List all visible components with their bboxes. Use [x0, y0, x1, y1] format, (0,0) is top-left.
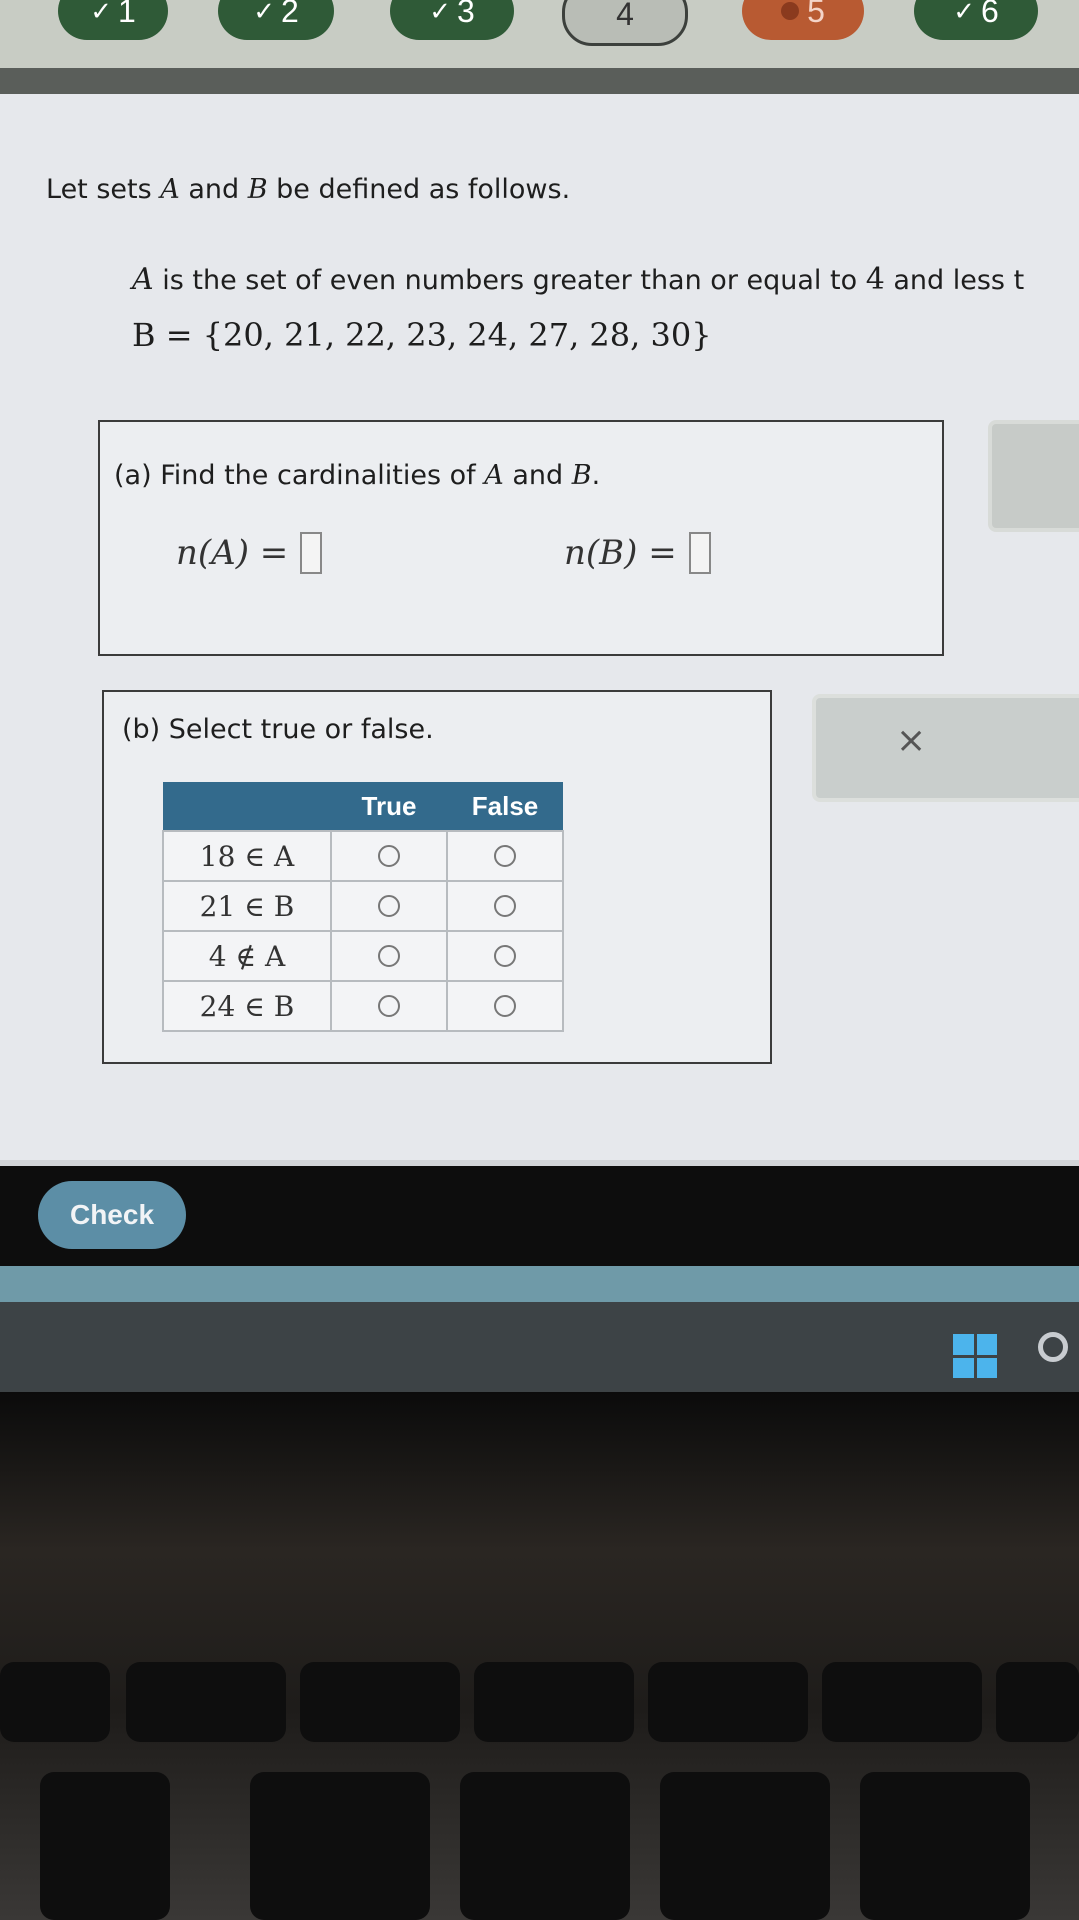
true-radio[interactable]	[378, 995, 400, 1017]
keyboard-key	[0, 1662, 110, 1742]
statement-cell: 24 ∈ B	[162, 980, 332, 1032]
n-a-input[interactable]	[300, 532, 323, 574]
statement-cell: 18 ∈ A	[162, 830, 332, 882]
false-radio[interactable]	[494, 895, 516, 917]
table-row: 21 ∈ B	[162, 880, 564, 932]
set-b-definition: B = {20, 21, 22, 23, 24, 27, 28, 30}	[132, 316, 712, 354]
search-icon[interactable]	[1038, 1332, 1068, 1362]
set-a-definition: A is the set of even numbers greater tha…	[132, 262, 1025, 297]
header-false: False	[447, 782, 563, 831]
keyboard-key	[460, 1772, 630, 1920]
check-icon: ✓	[953, 0, 975, 26]
clear-icon[interactable]: ×	[896, 720, 926, 761]
table-row: 4 ∉ A	[162, 930, 564, 982]
false-option-cell	[446, 830, 564, 882]
keyboard-key	[860, 1772, 1030, 1920]
true-radio[interactable]	[378, 845, 400, 867]
table-row: 18 ∈ A	[162, 830, 564, 882]
question-pill-5[interactable]: 5	[742, 0, 864, 40]
statement-cell: 4 ∉ A	[162, 930, 332, 982]
taskbar	[0, 1302, 1079, 1392]
attempt-dot-icon	[781, 2, 800, 20]
question-pill-6[interactable]: ✓ 6	[914, 0, 1038, 40]
keyboard-key	[126, 1662, 286, 1742]
keyboard-key	[822, 1662, 982, 1742]
part-a-box: (a) Find the cardinalities of A and B. n…	[98, 420, 944, 656]
false-option-cell	[446, 880, 564, 932]
keyboard-key	[660, 1772, 830, 1920]
part-a-label: (a) Find the cardinalities of A and B.	[114, 460, 601, 491]
check-button[interactable]: Check	[38, 1181, 186, 1249]
keyboard-key	[996, 1662, 1079, 1742]
keyboard-key	[474, 1662, 634, 1742]
window-bottom-bar	[0, 1266, 1079, 1302]
statement-cell: 21 ∈ B	[162, 880, 332, 932]
problem-intro: Let sets A and B be defined as follows.	[46, 174, 571, 205]
question-nav: ✓ 1 ✓ 2 ✓ 3 4 5 ✓ 6	[0, 0, 1079, 68]
keyboard-key	[40, 1772, 170, 1920]
question-pill-1[interactable]: ✓ 1	[58, 0, 168, 40]
true-radio[interactable]	[378, 895, 400, 917]
question-pill-2[interactable]: ✓ 2	[218, 0, 334, 40]
check-icon: ✓	[429, 0, 451, 26]
true-false-table: True False 18 ∈ A 21 ∈ B 4 ∉ A 24 ∈ B	[162, 782, 564, 1032]
n-b-input[interactable]	[688, 532, 711, 574]
keyboard-key	[250, 1772, 430, 1920]
question-pill-3[interactable]: ✓ 3	[390, 0, 514, 40]
header-true: True	[331, 782, 447, 831]
true-option-cell	[330, 930, 448, 982]
question-pill-4[interactable]: 4	[562, 0, 688, 46]
footer-divider	[0, 1160, 1079, 1166]
part-b-label: (b) Select true or false.	[122, 714, 434, 745]
keyboard-key	[648, 1662, 808, 1742]
check-icon: ✓	[90, 0, 112, 26]
nav-divider	[0, 68, 1079, 94]
part-b-box: (b) Select true or false. True False 18 …	[102, 690, 772, 1064]
true-option-cell	[330, 830, 448, 882]
header-blank	[163, 782, 331, 831]
false-radio[interactable]	[494, 945, 516, 967]
keyboard-key	[300, 1662, 460, 1742]
n-b-expression: n(B) =	[564, 532, 711, 574]
false-radio[interactable]	[494, 845, 516, 867]
false-option-cell	[446, 930, 564, 982]
windows-start-icon[interactable]	[953, 1334, 997, 1378]
true-option-cell	[330, 880, 448, 932]
table-header-row: True False	[163, 782, 563, 831]
true-radio[interactable]	[378, 945, 400, 967]
true-option-cell	[330, 980, 448, 1032]
part-a-tools-button[interactable]	[988, 420, 1079, 532]
problem-panel: Let sets A and B be defined as follows. …	[0, 94, 1079, 1249]
false-option-cell	[446, 980, 564, 1032]
false-radio[interactable]	[494, 995, 516, 1017]
check-icon: ✓	[253, 0, 275, 26]
laptop-bezel	[0, 1392, 1079, 1920]
n-a-expression: n(A) =	[176, 532, 323, 574]
part-b-tools-panel[interactable]: ×	[812, 694, 1079, 802]
table-row: 24 ∈ B	[162, 980, 564, 1032]
